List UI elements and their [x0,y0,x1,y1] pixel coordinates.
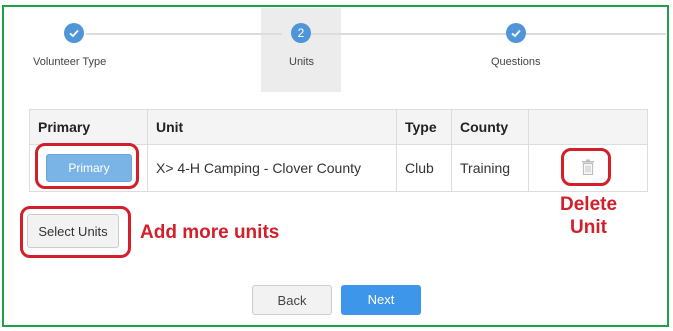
table-header-row: Primary Unit Type County [30,110,647,145]
step-1-check-icon[interactable] [64,23,84,43]
step-connector [310,33,506,35]
cell-unit: X> 4-H Camping - Clover County [147,144,397,191]
step-label-questions[interactable]: Questions [491,56,541,68]
annotation-delete-line2: Unit [570,217,607,238]
column-header-county: County [451,110,529,145]
annotation-circle-delete [561,148,611,186]
cell-county: Training [451,144,529,191]
column-header-type: Type [396,110,452,145]
annotation-add-more-units: Add more units [140,222,280,243]
column-header-primary: Primary [30,110,148,145]
step-2-number[interactable]: 2 [291,23,311,43]
annotation-circle-select-units [20,206,131,258]
active-step-highlight [261,8,341,92]
back-button[interactable]: Back [252,285,332,315]
step-connector [526,33,666,35]
column-header-unit: Unit [147,110,397,145]
step-label-units[interactable]: Units [289,56,314,68]
step-label-volunteer-type[interactable]: Volunteer Type [33,56,106,68]
annotation-delete-line1: Delete [560,194,618,215]
cell-type: Club [396,144,452,191]
column-header-actions [528,110,647,145]
next-button[interactable]: Next [341,285,421,315]
step-3-check-icon[interactable] [506,23,526,43]
step-connector [86,33,282,35]
annotation-circle-primary [35,143,139,189]
